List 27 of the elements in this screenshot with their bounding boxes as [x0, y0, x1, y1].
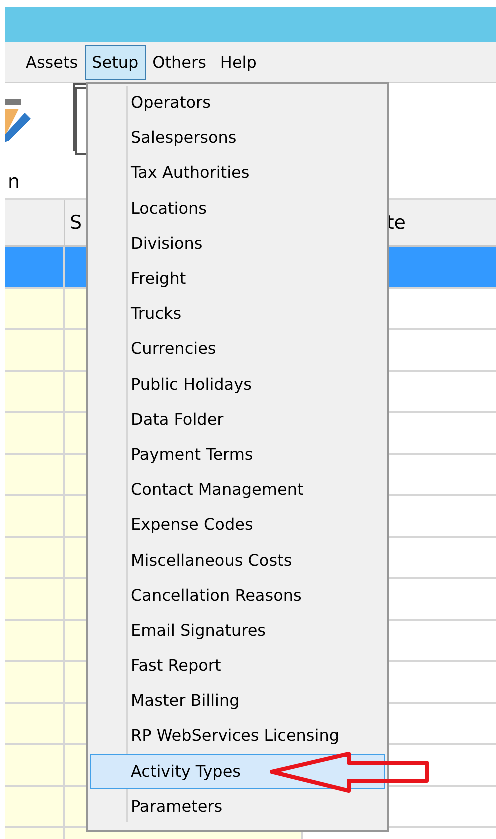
menu-item[interactable]: Divisions	[90, 226, 385, 261]
menu-item[interactable]: Parameters	[90, 788, 385, 824]
menu-item[interactable]: Help	[213, 44, 264, 80]
menu-item[interactable]: Data Folder	[90, 402, 385, 437]
menu-item[interactable]: Freight	[90, 260, 385, 296]
menu-item[interactable]: Others	[146, 44, 214, 80]
menu-item[interactable]: Miscellaneous Costs	[90, 542, 385, 578]
menu-item[interactable]: Email Signatures	[90, 612, 385, 648]
menu-item[interactable]: Contact Management	[90, 472, 385, 508]
toolbar-button[interactable]: n	[5, 83, 65, 198]
menu-item[interactable]: Expense Codes	[90, 507, 385, 542]
menu-item[interactable]: Cancellation Reasons	[90, 578, 385, 613]
menu-item[interactable]: Operators	[90, 85, 385, 120]
menu-item[interactable]: Currencies	[90, 331, 385, 366]
menu-item[interactable]: RP WebServices Licensing	[90, 718, 385, 754]
menu-item[interactable]: Payment Terms	[90, 436, 385, 472]
menu-item[interactable]: Setup	[85, 44, 146, 80]
menu-item[interactable]: Public Holidays	[90, 366, 385, 402]
menu-item[interactable]: Locations	[90, 190, 385, 226]
menu-item[interactable]: Tax Authorities	[90, 155, 385, 191]
menu-item[interactable]: Assets	[19, 44, 86, 80]
toolbar-label: n	[8, 171, 20, 193]
menu-item[interactable]: Activity Types	[90, 754, 385, 789]
menu-item[interactable]: Salespersons	[90, 120, 385, 156]
menu-item[interactable]: Fast Report	[90, 648, 385, 684]
menu-item[interactable]: Trucks	[90, 296, 385, 332]
menu-item[interactable]: Master Billing	[90, 683, 385, 718]
